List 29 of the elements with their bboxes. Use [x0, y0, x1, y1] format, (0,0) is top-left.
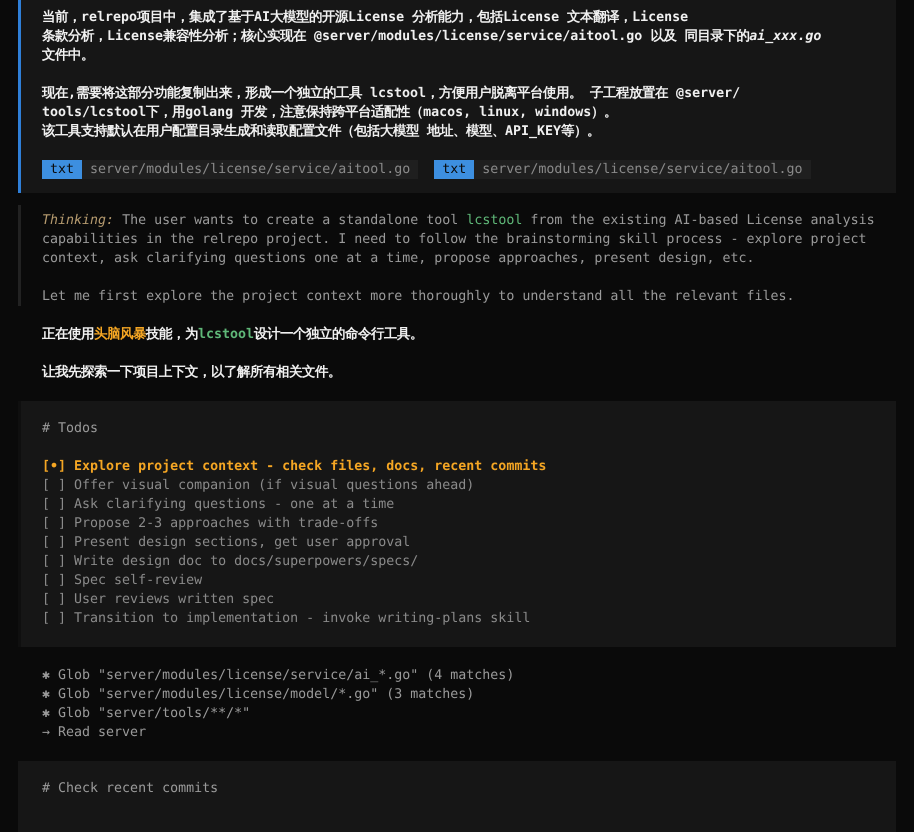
commits-heading: # Check recent commits [42, 780, 220, 798]
message-line: 该工具支持默认在用户配置目录生成和读取配置文件（包括大模型 地址、模型、API_KEY等）。 [42, 122, 602, 141]
tool-call-line: ✱ Glob "server/tools/**/*" [42, 705, 252, 723]
message-line: 当前，relrepo项目中，集成了基于AI大模型的开源License 分析能力，包括License 文本翻译，License [42, 8, 690, 27]
todo-item: [•] Explore project context - check files, docs, recent commits [42, 458, 548, 476]
thinking-text: context, ask clarifying questions one at a time, propose approaches, present design, etc. [42, 250, 756, 268]
attachment-chip[interactable]: txt server/modules/license/service/aitool.go [42, 160, 418, 179]
attachment-chip[interactable]: txt server/modules/license/service/aitool.go [434, 160, 810, 179]
todo-item: [ ] Transition to implementation - invoke writing-plans skill [42, 610, 532, 628]
tool-call-line: ✱ Glob "server/modules/license/service/ai_*.go" (4 matches) [42, 667, 516, 685]
message-line: 现在,需要将这部分功能复制出来，形成一个独立的工具 lcstool，方便用户脱离平台使用。 子工程放置在 @server/ [42, 84, 742, 103]
todo-item: [ ] Propose 2-3 approaches with trade-offs [42, 515, 380, 533]
reply-text: 正在使用头脑风暴技能，为lcstool设计一个独立的命令行工具。 [42, 325, 424, 344]
message-line: 条款分析，License兼容性分析；核心实现在 @server/modules/license/service/aitool.go 以及 同目录下的ai_xxx.go [42, 27, 822, 46]
thinking-text: capabilities in the relrepo project. I need to follow the brainstorming skill process - explore project [42, 231, 868, 249]
todos-heading: # Todos [42, 420, 100, 438]
todo-item: [ ] Offer visual companion (if visual questions ahead) [42, 477, 476, 495]
reply-text: 让我先探索一下项目上下文，以了解所有相关文件。 [42, 363, 342, 382]
tool-call-line: ✱ Glob "server/modules/license/model/*.go" (3 matches) [42, 686, 476, 704]
todo-item: [ ] Ask clarifying questions - one at a time [42, 496, 396, 514]
tool-call-line: → Read server [42, 724, 148, 742]
todo-item: [ ] Spec self-review [42, 572, 204, 590]
todo-item: [ ] Write design doc to docs/superpowers/specs/ [42, 553, 420, 571]
thinking-text: Let me first explore the project context more thoroughly to understand all the relevant files. [42, 288, 796, 306]
todo-item: [ ] Present design sections, get user approval [42, 534, 412, 552]
thinking-text: Thinking: The user wants to create a standalone tool lcstool from the existing AI-based License analysis [42, 212, 876, 230]
message-line: 文件中。 [42, 46, 95, 65]
message-line: tools/lcstool下，用golang 开发，注意保持跨平台适配性（macos, linux, windows）。 [42, 103, 618, 122]
todo-item: [ ] User reviews written spec [42, 591, 276, 609]
